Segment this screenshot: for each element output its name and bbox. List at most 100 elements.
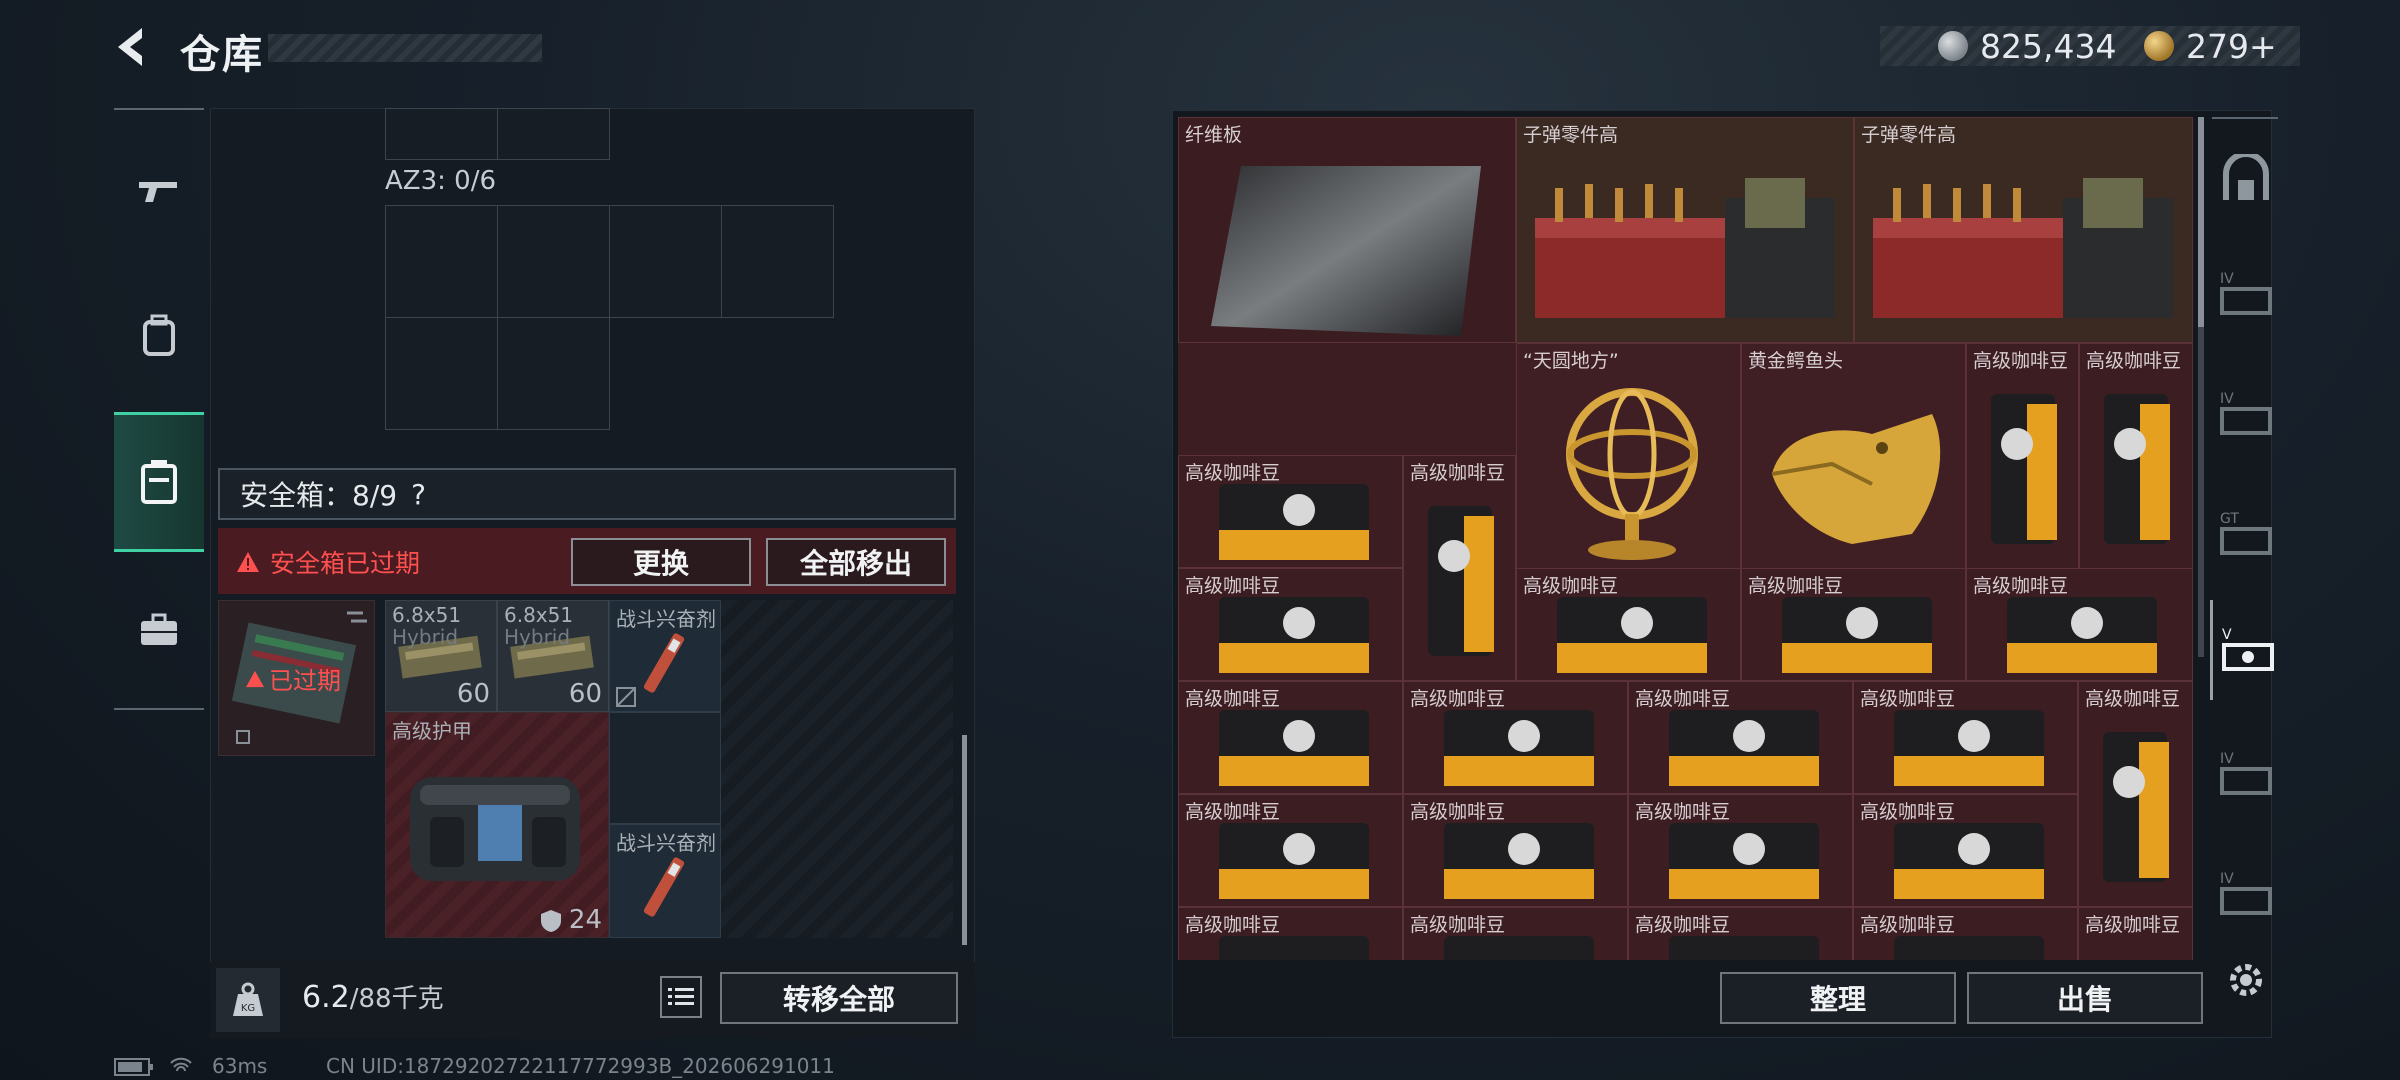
storage-box-iv-icon: IV — [2220, 391, 2272, 435]
expired-notice-text: 安全箱已过期 — [270, 549, 421, 578]
svg-text:IV: IV — [2220, 871, 2234, 887]
storage-scrollbar[interactable] — [2198, 117, 2204, 327]
storage-item[interactable]: 子弹零件高 — [1854, 117, 2193, 343]
syringe-icon — [643, 633, 685, 693]
ammo-item[interactable]: 6.8x51 Hybrid 60 — [497, 600, 609, 712]
storage-item[interactable]: 纤维板 — [1178, 117, 1516, 343]
armor-vest-icon — [410, 777, 580, 881]
wifi-icon — [170, 1057, 192, 1072]
storage-item[interactable]: 高级咖啡豆 — [1628, 794, 1853, 907]
sell-button[interactable]: 出售 — [1967, 972, 2203, 1024]
silver-amount: 825,434 — [1980, 26, 2117, 66]
ammo-item[interactable]: 6.8x51 Hybrid 60 — [385, 600, 497, 712]
grid-slot[interactable] — [497, 317, 610, 430]
storage-item[interactable]: 高级咖啡豆 — [1966, 568, 2193, 681]
storage-item[interactable]: 高级咖啡豆 — [2078, 907, 2193, 960]
coffee-bag-icon — [1991, 394, 2057, 544]
coffee-bag-icon — [2104, 394, 2170, 544]
svg-text:V: V — [2222, 627, 2232, 643]
nav-briefcase-tab[interactable] — [114, 580, 204, 680]
weight-icon: KG — [216, 968, 280, 1032]
back-arrow-icon[interactable] — [108, 22, 158, 72]
settings-button[interactable] — [2210, 930, 2282, 1030]
grid-slot[interactable] — [609, 205, 722, 318]
storage-item[interactable]: 高级咖啡豆 — [1516, 568, 1741, 681]
storage-item[interactable]: 高级咖啡豆 — [1741, 568, 1966, 681]
storage-item[interactable]: 黄金鳄鱼头 — [1741, 343, 1966, 569]
shield-icon — [541, 910, 561, 932]
storage-item[interactable]: 高级咖啡豆 — [2079, 343, 2193, 569]
storage-item[interactable]: 高级咖啡豆 — [1178, 455, 1403, 568]
replace-button[interactable]: 更换 — [571, 538, 751, 586]
svg-text:IV: IV — [2220, 271, 2234, 287]
empty-slot[interactable] — [609, 712, 721, 824]
grid-slot[interactable] — [721, 205, 834, 318]
storage-tab-4[interactable]: GT — [2210, 484, 2282, 584]
coffee-bag-icon — [1444, 823, 1594, 899]
storage-item[interactable]: 高级咖啡豆 — [1628, 907, 1853, 960]
list-view-button[interactable] — [660, 976, 702, 1018]
storage-item[interactable]: 子弹零件高 — [1516, 117, 1854, 343]
gold-currency[interactable]: 279+ — [2144, 26, 2277, 66]
weight-readout: 6.2/88千克 — [302, 980, 444, 1015]
storage-tab-7[interactable]: IV — [2210, 844, 2282, 944]
storage-tab-2[interactable]: IV — [2210, 244, 2282, 344]
storage-item[interactable]: 高级咖啡豆 — [1178, 907, 1403, 960]
nav-gun-tab[interactable] — [114, 140, 204, 240]
storage-item[interactable]: 高级咖啡豆 — [1853, 907, 2078, 960]
coffee-bag-icon — [1669, 823, 1819, 899]
storage-tab-6[interactable]: IV — [2210, 724, 2282, 824]
storage-item[interactable]: 高级咖啡豆 — [1178, 568, 1403, 681]
storage-item[interactable]: 高级咖啡豆 — [1403, 681, 1628, 794]
warning-icon — [246, 670, 264, 687]
backpack-icon — [143, 314, 175, 356]
nav-backpack-tab[interactable] — [114, 286, 204, 386]
storage-item[interactable]: 高级咖啡豆 — [1628, 681, 1853, 794]
gold-crocodile-head-icon — [1771, 414, 1941, 544]
storage-item[interactable]: “天圆地方” — [1516, 343, 1741, 569]
storage-item[interactable]: 高级咖啡豆 — [1403, 907, 1628, 960]
stimulant-item[interactable]: 战斗兴奋剂 — [609, 824, 721, 938]
storage-item[interactable]: 高级咖啡豆 — [1178, 681, 1403, 794]
storage-box-active-icon: V — [2221, 627, 2274, 671]
gold-coin-icon — [2144, 31, 2174, 61]
svg-text:IV: IV — [2220, 391, 2234, 407]
remove-all-button[interactable]: 全部移出 — [766, 538, 946, 586]
stimulant-item[interactable]: 战斗兴奋剂 — [609, 600, 721, 712]
armor-item[interactable]: 高级护甲 24 — [385, 712, 609, 938]
storage-item[interactable]: 高级咖啡豆 — [1966, 343, 2079, 569]
grid-slot[interactable] — [385, 317, 498, 430]
storage-item[interactable]: 高级咖啡豆 — [1403, 794, 1628, 907]
gear-icon — [2230, 964, 2262, 996]
storage-tab-3[interactable]: IV — [2210, 364, 2282, 464]
coffee-bag-icon — [1219, 823, 1369, 899]
grid-slot[interactable] — [497, 205, 610, 318]
warning-icon — [237, 552, 259, 572]
storage-item[interactable]: 高级咖啡豆 — [2078, 681, 2193, 907]
storage-item[interactable]: 高级咖啡豆 — [1403, 455, 1516, 681]
nav-divider — [114, 108, 204, 110]
storage-item[interactable]: 高级咖啡豆 — [1853, 681, 2078, 794]
grid-slot[interactable] — [385, 108, 498, 160]
inventory-scrollbar[interactable] — [962, 735, 967, 945]
storage-tab-1[interactable] — [2210, 130, 2282, 230]
bullet-parts-icon — [1535, 178, 1835, 318]
coffee-bag-icon — [1428, 506, 1494, 656]
storage-item[interactable]: 高级咖啡豆 — [1853, 794, 2078, 907]
safebox-case-thumbnail[interactable]: 已过期 — [218, 600, 375, 756]
syringe-icon — [643, 857, 685, 917]
grid-slot[interactable] — [497, 108, 610, 160]
grid-slot[interactable] — [385, 205, 498, 318]
expired-notice: 安全箱已过期 — [236, 544, 420, 580]
transfer-all-button[interactable]: 转移全部 — [720, 972, 958, 1024]
organize-button[interactable]: 整理 — [1720, 972, 1956, 1024]
nav-safebox-tab[interactable] — [114, 412, 204, 552]
storage-tab-5[interactable]: V — [2210, 600, 2282, 700]
bullet-parts-icon — [1873, 178, 2173, 318]
storage-item[interactable]: 高级咖啡豆 — [1178, 794, 1403, 907]
storage-grid: 纤维板 子弹零件高 子弹零件高 “天圆地方” 黄金鳄鱼头 高级咖啡豆 高级咖啡豆… — [1178, 117, 2193, 960]
help-icon[interactable]: ? — [411, 478, 426, 511]
gun-icon — [139, 182, 177, 202]
silver-coin-icon — [1938, 31, 1968, 61]
coffee-bag-icon — [1219, 484, 1369, 560]
